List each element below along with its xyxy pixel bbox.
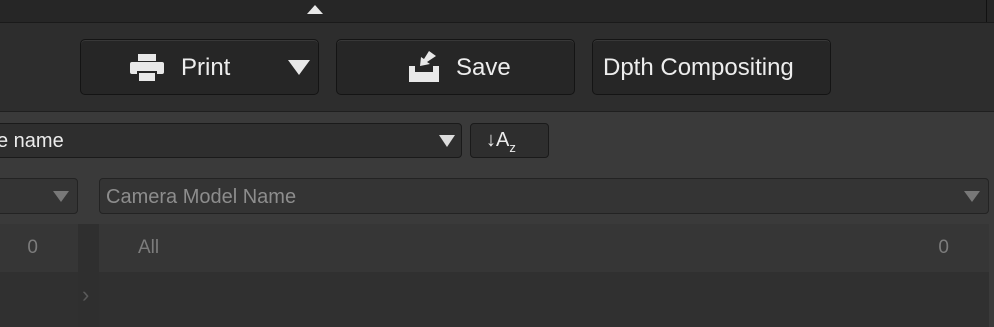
save-tray-icon xyxy=(407,50,441,91)
chevron-down-icon xyxy=(964,191,980,202)
sort-az-sub: z xyxy=(509,140,516,155)
toolbar: Print Save Dpth Compositing xyxy=(0,23,994,111)
left-column-select[interactable] xyxy=(0,178,78,214)
depth-compositing-button[interactable]: Dpth Compositing xyxy=(592,39,831,95)
divider xyxy=(986,0,987,22)
list-item[interactable]: All 0 xyxy=(99,224,989,272)
sort-az-icon: ↓Az xyxy=(486,129,516,155)
save-label: Save xyxy=(456,54,511,81)
sort-order-button[interactable]: ↓Az xyxy=(470,123,549,158)
sort-az-main: A xyxy=(496,129,510,151)
item-name: All xyxy=(138,237,160,258)
column-splitter[interactable]: › xyxy=(78,224,99,327)
sort-field-value: e name xyxy=(0,130,64,152)
item-count: 0 xyxy=(938,237,949,258)
print-button[interactable]: Print xyxy=(80,39,319,95)
browser-panel: e name ↓Az Camera Model Name 0 › All 0 xyxy=(0,111,994,327)
camera-model-list: All 0 xyxy=(99,224,989,327)
chevron-down-icon xyxy=(53,191,69,202)
camera-model-select[interactable]: Camera Model Name xyxy=(99,178,989,214)
print-label: Print xyxy=(181,54,231,81)
item-count: 0 xyxy=(27,237,38,258)
chevron-right-icon: › xyxy=(82,282,90,307)
top-strip xyxy=(0,0,994,23)
sort-field-select[interactable]: e name xyxy=(0,123,462,158)
printer-icon xyxy=(129,53,165,90)
left-filter-list: 0 xyxy=(0,224,78,327)
triangle-down-icon[interactable] xyxy=(288,60,310,75)
list-item[interactable]: 0 xyxy=(0,224,78,272)
save-button[interactable]: Save xyxy=(336,39,575,95)
chevron-down-icon xyxy=(439,135,455,147)
depth-compositing-label: Dpth Compositing xyxy=(603,54,794,81)
triangle-up-icon[interactable] xyxy=(307,5,323,14)
camera-model-value: Camera Model Name xyxy=(106,186,297,208)
